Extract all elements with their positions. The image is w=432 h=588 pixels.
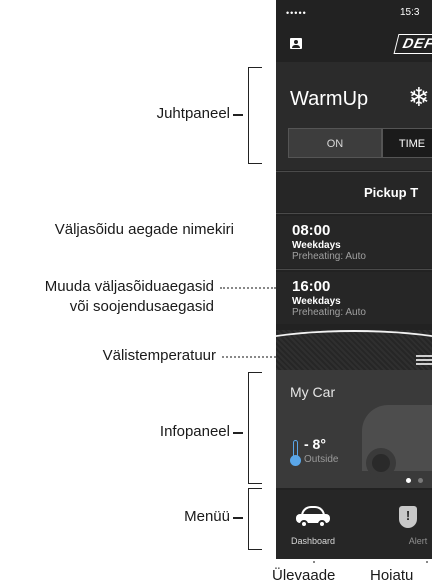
bottom-menu: Dashboard ! Alert	[276, 490, 432, 559]
leader-outside-temp	[222, 356, 276, 358]
thermometer-icon	[290, 440, 301, 466]
leader-control-panel	[233, 114, 243, 116]
status-clock: 15:3	[400, 7, 420, 18]
control-panel: WarmUp ❄ ON TIME	[276, 62, 432, 170]
car-icon	[296, 506, 330, 528]
departure-time: 16:00	[292, 278, 331, 295]
leader-edit-times	[220, 287, 276, 289]
phone-screen: ••••• 15:3 DEF WarmUp ❄ ON TIME Pickup T…	[276, 0, 432, 559]
menu-handle-icon[interactable]	[416, 355, 432, 365]
top-bar: DEF	[276, 26, 432, 62]
thermometer-bulb	[290, 455, 301, 466]
departure-preheat: Preheating: Auto	[292, 251, 366, 262]
callout-menu: Menüü	[184, 508, 230, 525]
callout-control-panel: Juhtpaneel	[156, 105, 230, 122]
menu-alerts-label: Alert	[408, 536, 428, 546]
departure-days: Weekdays	[292, 296, 341, 307]
departure-preheat: Preheating: Auto	[292, 307, 366, 318]
callout-alerts: Hoiatu	[370, 567, 414, 584]
timer-button[interactable]: TIME	[382, 128, 432, 158]
divider	[276, 269, 432, 270]
pickup-times-header: Pickup T	[276, 172, 432, 212]
brand-logo-text: DEF	[401, 35, 432, 51]
signal-strength: •••••	[286, 8, 307, 18]
outside-label: Outside	[304, 454, 339, 465]
outside-temperature: - 8°	[304, 436, 326, 452]
departure-time: 08:00	[292, 222, 331, 239]
warmup-title: WarmUp	[290, 88, 369, 110]
pager-dot[interactable]	[418, 478, 423, 483]
bracket-menu	[248, 488, 262, 550]
car-wheel	[366, 448, 396, 478]
menu-dashboard-label: Dashboard	[290, 536, 336, 546]
brand-logo: DEF	[393, 34, 432, 54]
status-bar: ••••• 15:3	[276, 0, 432, 26]
divider	[276, 213, 432, 214]
bracket-info-panel	[248, 372, 262, 484]
leader-info-panel	[233, 432, 243, 434]
departure-item[interactable]: 08:00 Weekdays Preheating: Auto	[276, 216, 432, 268]
callout-edit-times-2: või soojendusaegasid	[69, 298, 214, 315]
snowflake-icon[interactable]: ❄	[408, 82, 430, 112]
bracket-control-panel	[248, 67, 262, 164]
menu-dashboard[interactable]: Dashboard	[276, 490, 350, 559]
callout-overview: Ülevaade	[272, 567, 336, 584]
shield-alert-icon: !	[399, 506, 417, 528]
leader-menu	[233, 517, 243, 519]
on-button[interactable]: ON	[288, 128, 382, 158]
callout-edit-times-1: Muuda väljasõiduaegasid	[44, 278, 214, 295]
departure-days: Weekdays	[292, 240, 341, 251]
menu-alerts[interactable]: ! Alert	[388, 490, 432, 559]
callout-info-panel: Infopaneel	[159, 423, 230, 440]
callout-departure-list: Väljasõidu aegade nimekiri	[54, 221, 234, 238]
callout-outside-temp: Välistemperatuur	[102, 347, 216, 364]
profile-icon[interactable]	[290, 38, 302, 49]
info-panel: My Car - 8° Outside	[276, 370, 432, 488]
car-name: My Car	[290, 384, 336, 400]
pager-dot-active[interactable]	[406, 478, 411, 483]
pickup-times-title: Pickup T	[364, 185, 419, 200]
departure-item[interactable]: 16:00 Weekdays Preheating: Auto	[276, 272, 432, 324]
